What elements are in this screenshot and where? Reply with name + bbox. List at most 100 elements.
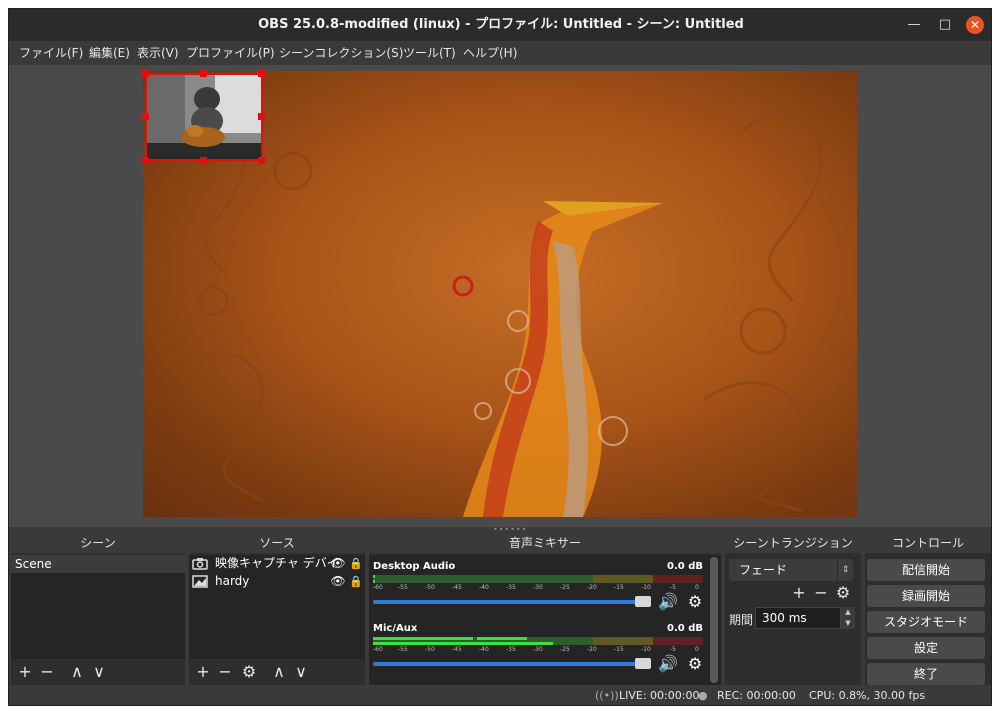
studio-mode-button[interactable]: スタジオモード — [867, 611, 985, 633]
speaker-icon[interactable]: 🔊 — [657, 654, 679, 674]
add-scene-button[interactable]: + — [15, 662, 35, 682]
resize-handle[interactable] — [258, 113, 265, 120]
scenes-dock-title: シーン — [11, 533, 185, 553]
transition-properties-button[interactable]: ⚙ — [833, 583, 853, 603]
gear-icon[interactable]: ⚙ — [685, 654, 705, 674]
scale-label: -20 — [587, 584, 597, 591]
scale-label: -60 — [373, 584, 383, 591]
mixer-scrollbar[interactable] — [710, 557, 718, 683]
start-streaming-button[interactable]: 配信開始 — [867, 559, 985, 581]
mixer-channel-desktop-audio: Desktop Audio 0.0 dB -60 -55 -50 -45 -40… — [371, 559, 707, 621]
close-button[interactable]: ✕ — [966, 16, 984, 34]
speaker-icon[interactable]: 🔊 — [657, 592, 679, 612]
source-item[interactable]: hardy 👁 🔒 — [189, 573, 365, 590]
audio-mixer-body: Desktop Audio 0.0 dB -60 -55 -50 -45 -40… — [369, 555, 721, 685]
scene-transitions-title: シーントランジション — [725, 533, 861, 553]
visibility-eye-icon[interactable]: 👁 — [329, 573, 347, 590]
menu-view[interactable]: 表示(V) — [137, 45, 179, 61]
resize-handle[interactable] — [142, 113, 149, 120]
window-title: OBS 25.0.8-modified (linux) - プロファイル: Un… — [258, 17, 744, 32]
resize-handle[interactable] — [258, 70, 265, 77]
selected-source-outline[interactable] — [145, 73, 263, 161]
preview-area[interactable] — [9, 65, 991, 527]
scale-label: -25 — [560, 646, 570, 653]
gear-icon[interactable]: ⚙ — [685, 592, 705, 612]
scale-label: -30 — [533, 584, 543, 591]
scale-label: -10 — [641, 584, 651, 591]
obs-window: OBS 25.0.8-modified (linux) - プロファイル: Un… — [8, 8, 992, 706]
exit-button[interactable]: 終了 — [867, 663, 985, 685]
meter-scale: -60 -55 -50 -45 -40 -35 -30 -25 -20 -15 … — [373, 584, 703, 592]
scene-item[interactable]: Scene — [11, 555, 185, 573]
scene-transitions-dock: シーントランジション フェード ⇕ + − ⚙ 期間 300 ms ▲ ▼ — [725, 533, 861, 685]
rec-status: REC: 00:00:00 — [717, 689, 796, 702]
splitter-handle[interactable]: •••••• — [493, 526, 526, 534]
scale-label: 0 — [695, 646, 699, 653]
channel-name: Desktop Audio — [373, 561, 456, 572]
menu-file[interactable]: ファイル(F) — [19, 45, 83, 61]
scale-label: -5 — [670, 584, 676, 591]
volume-fader-knob[interactable] — [635, 596, 651, 607]
transition-select[interactable]: フェード ⇕ — [729, 559, 853, 581]
menu-scene-collection[interactable]: シーンコレクション(S) — [279, 45, 403, 61]
move-source-down-button[interactable]: ∨ — [291, 662, 311, 682]
sources-dock: ソース 映像キャプチャ デバイ 👁 🔒 hardy 👁 🔒 + − ⚙ ∧ ∨ — [189, 533, 365, 685]
volume-fader-track[interactable] — [373, 600, 649, 604]
mixer-channel-mic-aux: Mic/Aux 0.0 dB -60 -55 -50 -45 -40 -35 -… — [371, 621, 707, 683]
audio-mixer-dock: 音声ミキサー Desktop Audio 0.0 dB -60 -55 -50 … — [369, 533, 721, 685]
channel-name: Mic/Aux — [373, 623, 418, 634]
controls-dock: コントロール 配信開始 録画開始 スタジオモード 設定 終了 — [865, 533, 991, 685]
move-scene-down-button[interactable]: ∨ — [89, 662, 109, 682]
scale-label: -25 — [560, 584, 570, 591]
remove-transition-button[interactable]: − — [811, 583, 831, 603]
add-transition-button[interactable]: + — [789, 583, 809, 603]
volume-fader-track[interactable] — [373, 662, 649, 666]
lock-icon[interactable]: 🔒 — [349, 573, 363, 590]
start-recording-button[interactable]: 録画開始 — [867, 585, 985, 607]
camera-icon — [192, 558, 208, 570]
duration-label: 期間 — [729, 613, 754, 627]
scale-label: -35 — [506, 584, 516, 591]
scale-label: -15 — [614, 646, 624, 653]
move-source-up-button[interactable]: ∧ — [269, 662, 289, 682]
cpu-status: CPU: 0.8%, 30.00 fps — [809, 689, 926, 702]
lock-icon[interactable]: 🔒 — [349, 555, 363, 572]
resize-handle[interactable] — [142, 70, 149, 77]
menu-tools[interactable]: ツール(T) — [403, 45, 456, 61]
transition-select-value: フェード — [739, 563, 788, 577]
resize-handle[interactable] — [142, 157, 149, 164]
menu-edit[interactable]: 編集(E) — [89, 45, 130, 61]
source-item[interactable]: 映像キャプチャ デバイ 👁 🔒 — [189, 555, 365, 572]
scale-label: -55 — [398, 584, 408, 591]
audio-mixer-title: 音声ミキサー — [369, 533, 721, 553]
remove-scene-button[interactable]: − — [37, 662, 57, 682]
settings-button[interactable]: 設定 — [867, 637, 985, 659]
resize-handle[interactable] — [200, 70, 207, 77]
spin-down-button[interactable]: ▼ — [841, 618, 855, 629]
scale-label: -5 — [670, 646, 676, 653]
move-scene-up-button[interactable]: ∧ — [67, 662, 87, 682]
volume-meter — [373, 575, 703, 583]
menu-help[interactable]: ヘルプ(H) — [463, 45, 517, 61]
meter-scale: -60 -55 -50 -45 -40 -35 -30 -25 -20 -15 … — [373, 646, 703, 654]
source-properties-button[interactable]: ⚙ — [239, 662, 259, 682]
volume-fader-knob[interactable] — [635, 658, 651, 669]
remove-source-button[interactable]: − — [215, 662, 235, 682]
add-source-button[interactable]: + — [193, 662, 213, 682]
resize-handle[interactable] — [258, 157, 265, 164]
spin-up-button[interactable]: ▲ — [841, 607, 855, 618]
minimize-button[interactable]: — — [905, 16, 923, 34]
scale-label: -40 — [479, 646, 489, 653]
volume-meter — [373, 637, 703, 645]
duration-input[interactable]: 300 ms — [755, 607, 841, 629]
scale-label: -35 — [506, 646, 516, 653]
menu-profile[interactable]: プロファイル(P) — [186, 45, 275, 61]
title-bar: OBS 25.0.8-modified (linux) - プロファイル: Un… — [9, 9, 991, 41]
maximize-button[interactable]: □ — [936, 16, 954, 34]
controls-body: 配信開始 録画開始 スタジオモード 設定 終了 — [865, 555, 991, 685]
status-bar: ((•)) LIVE: 00:00:00 ● REC: 00:00:00 CPU… — [9, 685, 991, 705]
resize-handle[interactable] — [200, 157, 207, 164]
scale-label: -50 — [425, 584, 435, 591]
scene-transitions-body: フェード ⇕ + − ⚙ 期間 300 ms ▲ ▼ — [725, 555, 861, 685]
visibility-eye-icon[interactable]: 👁 — [329, 555, 347, 572]
